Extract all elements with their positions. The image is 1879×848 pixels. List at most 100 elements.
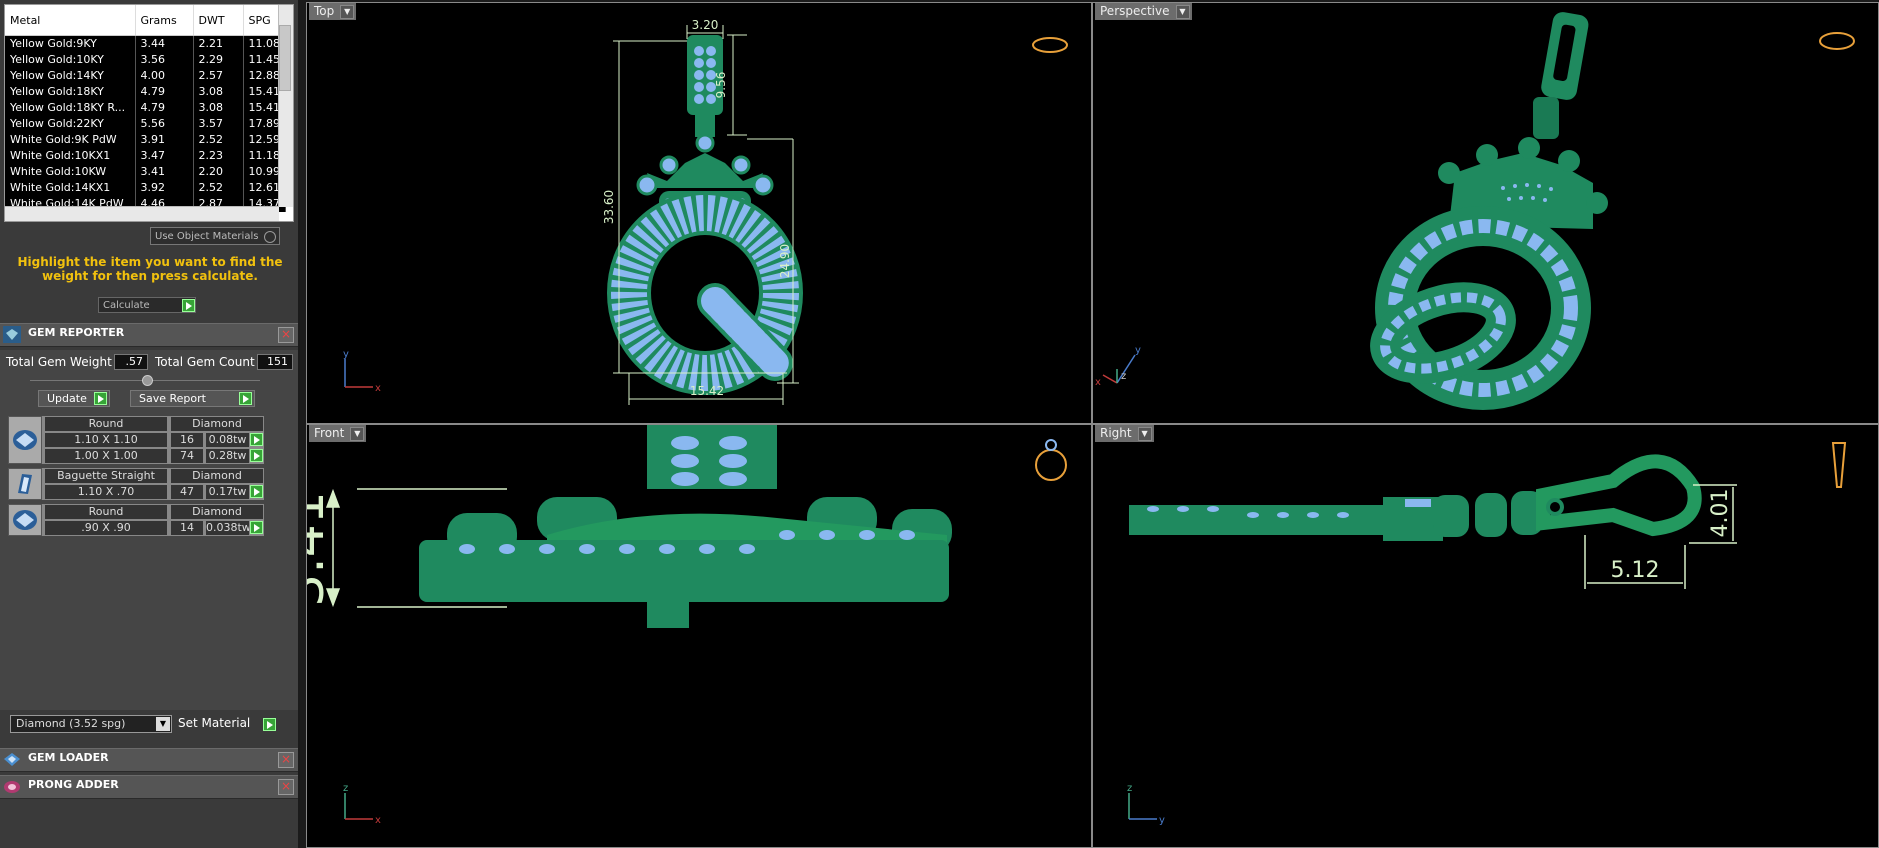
dim-bail: 9.56 — [714, 72, 728, 99]
total-gem-count-value: 151 — [257, 354, 293, 370]
viewport-perspective[interactable]: y x z Perspective ▼ — [1092, 2, 1879, 424]
viewport-top-label[interactable]: Top ▼ — [309, 3, 357, 20]
metal-cell: White Gold:9K PdW — [5, 132, 136, 148]
material-select[interactable]: Diamond (3.52 spg) ▼ — [10, 715, 172, 733]
table-row[interactable]: White Gold:9K PdW 3.91 2.52 12.59 — [5, 132, 286, 148]
grams-cell: 3.56 — [135, 52, 194, 68]
gem-row-go-icon[interactable] — [250, 433, 263, 446]
table-row[interactable]: Yellow Gold:22KY 5.56 3.57 17.89 — [5, 116, 286, 132]
gem-weight: 0.28tw — [205, 448, 250, 464]
calculate-go-button[interactable] — [182, 299, 195, 312]
table-row[interactable]: White Gold:10KX1 3.47 2.23 11.18 — [5, 148, 286, 164]
prong-adder-icon — [4, 781, 20, 793]
viewport-perspective-name: Perspective — [1100, 4, 1170, 18]
viewport-top[interactable]: 3.20 9.56 33.60 24.90 15.42 y x Top ▼ — [306, 2, 1092, 424]
table-row[interactable]: Yellow Gold:18KY 4.79 3.08 15.41 — [5, 84, 286, 100]
chevron-down-icon[interactable]: ▼ — [1175, 5, 1190, 19]
col-dwt[interactable]: DWT — [193, 5, 244, 36]
splitter-handle[interactable] — [142, 375, 153, 386]
save-report-go-icon[interactable] — [239, 392, 252, 405]
dwt-cell: 3.08 — [193, 84, 244, 100]
axis-x-label: x — [375, 815, 381, 826]
gem-group-round-1[interactable]: Round Diamond 1.10 X 1.10 16 0.08tw 1.00… — [8, 416, 264, 464]
close-icon[interactable]: × — [278, 752, 294, 768]
gem-group-round-2[interactable]: Round Diamond .90 X .90 14 0.038tw — [8, 504, 264, 536]
view-ring-icon — [1032, 37, 1068, 53]
baguette-gem-icon — [8, 468, 42, 500]
set-material-go-icon[interactable] — [263, 718, 276, 731]
gem-row-go-icon[interactable] — [250, 485, 263, 498]
col-grams[interactable]: Grams — [135, 5, 194, 36]
gem-reporter-header[interactable]: GEM REPORTER × — [0, 323, 298, 347]
gem-loader-icon — [4, 753, 20, 766]
save-report-button[interactable]: Save Report — [130, 390, 255, 407]
round-gem-icon — [8, 416, 42, 464]
right-view-canvas: 4.01 5.12 z y — [1127, 442, 1847, 826]
axis-z-label: z — [1127, 783, 1132, 794]
chevron-down-icon[interactable]: ▼ — [350, 427, 365, 441]
gem-shape: Round — [44, 504, 168, 520]
close-icon[interactable]: × — [278, 327, 294, 343]
dwt-cell: 2.21 — [193, 35, 244, 52]
viewport-perspective-label[interactable]: Perspective ▼ — [1095, 3, 1192, 20]
gem-count: 16 — [170, 432, 204, 448]
axis-x-label: x — [1095, 377, 1101, 388]
close-icon[interactable]: × — [278, 779, 294, 795]
axis-z-label: z — [343, 783, 348, 794]
gem-material: Diamond — [170, 504, 264, 520]
table-row[interactable]: Yellow Gold:9KY 3.44 2.21 11.08 — [5, 35, 286, 52]
table-row[interactable]: Yellow Gold:18KY R... 4.79 3.08 15.41 — [5, 100, 286, 116]
viewport-right-label[interactable]: Right ▼ — [1095, 425, 1154, 442]
table-vertical-scrollbar[interactable] — [278, 5, 293, 207]
set-material-button[interactable]: Set Material — [178, 716, 250, 730]
viewport-front-name: Front — [314, 426, 345, 440]
gem-count: 47 — [170, 484, 204, 500]
gem-loader-header[interactable]: GEM LOADER × — [0, 748, 298, 772]
scroll-thumb[interactable] — [279, 25, 291, 91]
table-row[interactable]: White Gold:14KX1 3.92 2.52 12.61 — [5, 180, 286, 196]
grams-cell: 5.56 — [135, 116, 194, 132]
viewport-front[interactable]: 3.41 z x Front ▼ — [306, 424, 1092, 848]
gem-reporter-title: GEM REPORTER — [28, 326, 125, 339]
use-object-materials-option[interactable]: Use Object Materials — [150, 227, 280, 245]
dim-bail-width: 5.12 — [1611, 558, 1660, 583]
dwt-cell: 3.57 — [193, 116, 244, 132]
grams-cell: 4.00 — [135, 68, 194, 84]
radio-icon[interactable] — [264, 231, 276, 243]
dim-thickness: 3.41 — [307, 491, 336, 607]
update-go-icon[interactable] — [94, 392, 107, 405]
axis-y-label: y — [343, 349, 349, 360]
gem-row-go-icon[interactable] — [250, 449, 263, 462]
gem-group-baguette[interactable]: Baguette Straight Diamond 1.10 X .70 47 … — [8, 468, 264, 500]
table-row[interactable]: Yellow Gold:10KY 3.56 2.29 11.45 — [5, 52, 286, 68]
gem-size: 1.10 X 1.10 — [44, 432, 168, 448]
chevron-down-icon[interactable]: ▼ — [1137, 427, 1152, 441]
update-label: Update — [47, 392, 87, 405]
gem-shape: Baguette Straight — [44, 468, 168, 484]
save-report-label: Save Report — [139, 392, 206, 405]
metal-weight-table[interactable]: Metal Grams DWT SPG Yellow Gold:9KY 3.44 2… — [4, 4, 294, 222]
gem-reporter-icon — [3, 326, 21, 343]
viewport-front-label[interactable]: Front ▼ — [309, 425, 367, 442]
grams-cell: 3.41 — [135, 164, 194, 180]
metal-cell: Yellow Gold:14KY — [5, 68, 136, 84]
viewport-top-name: Top — [314, 4, 335, 18]
total-gem-count-label: Total Gem Count — [155, 355, 255, 369]
instruction-text: Highlight the item you want to find the … — [17, 255, 283, 283]
table-row[interactable]: Yellow Gold:14KY 4.00 2.57 12.88 — [5, 68, 286, 84]
viewport-right[interactable]: 4.01 5.12 z y Right ▼ — [1092, 424, 1879, 848]
col-metal[interactable]: Metal — [5, 5, 136, 36]
gem-row-go-icon[interactable] — [250, 521, 263, 534]
gem-weight: 0.038tw — [205, 520, 250, 536]
chevron-down-icon[interactable]: ▼ — [340, 5, 355, 19]
grams-cell: 4.79 — [135, 84, 194, 100]
table-horizontal-scrollbar[interactable] — [5, 206, 279, 221]
gem-weight: 0.17tw — [205, 484, 250, 500]
chevron-down-icon[interactable]: ▼ — [156, 717, 170, 731]
prong-adder-header[interactable]: PRONG ADDER × — [0, 775, 298, 799]
prong-adder-title: PRONG ADDER — [28, 778, 119, 791]
perspective-view-canvas: y x z — [1095, 12, 1855, 410]
table-row[interactable]: White Gold:10KW 3.41 2.20 10.99 — [5, 164, 286, 180]
gem-size: 1.10 X .70 — [44, 484, 168, 500]
gem-shape: Round — [44, 416, 168, 432]
